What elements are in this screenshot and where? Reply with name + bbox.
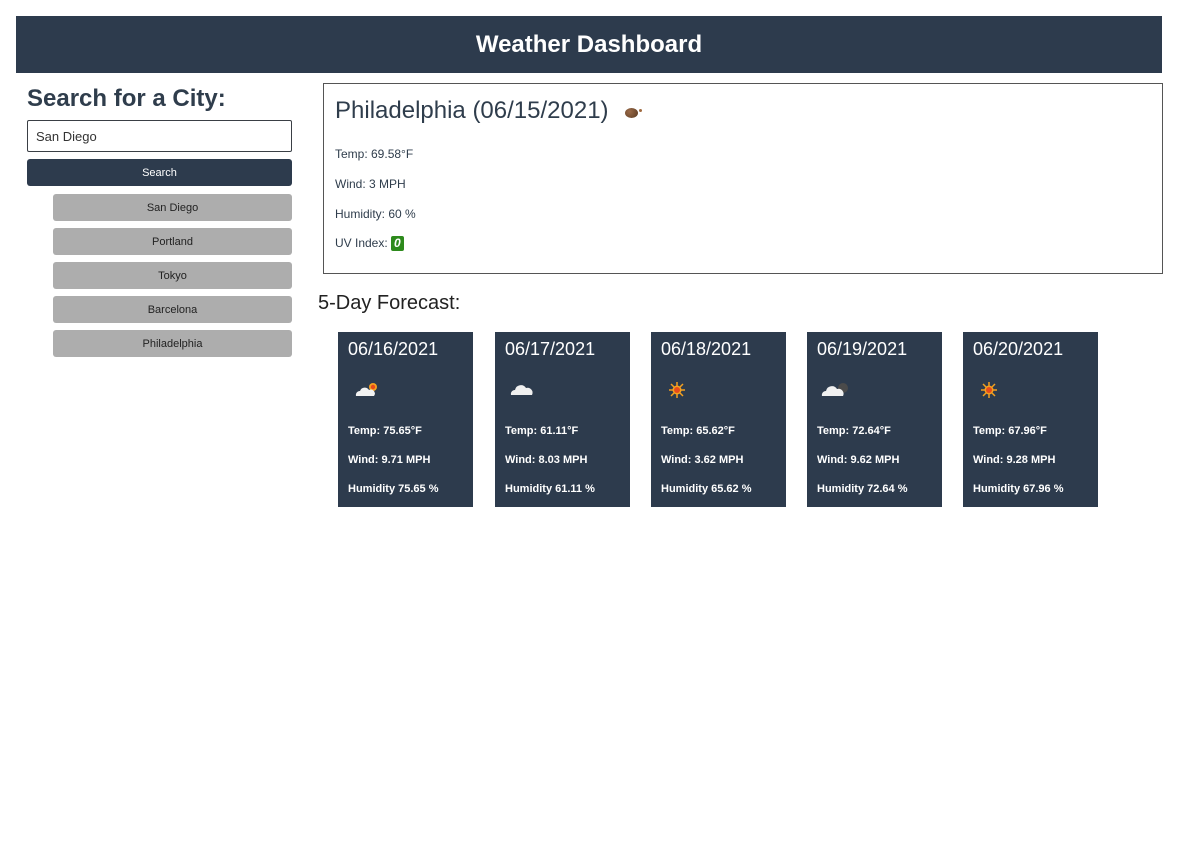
history-item-portland[interactable]: Portland [53,228,292,255]
forecast-card: 06/20/2021 Temp: 67.96°F Wind: 9.28 MPH … [963,332,1098,507]
forecast-card: 06/17/2021 Temp: 61.11°F Wind: 8.03 MPH … [495,332,630,507]
uv-badge: 0 [391,236,404,251]
forecast-humidity: Humidity 65.62 % [661,483,752,495]
forecast-temp: Temp: 75.65°F [348,425,422,437]
forecast-wind: Wind: 9.28 MPH [973,454,1056,466]
search-heading: Search for a City: [27,85,226,112]
history-item-tokyo[interactable]: Tokyo [53,262,292,289]
forecast-wind: Wind: 9.62 MPH [817,454,900,466]
forecast-date: 06/20/2021 [973,339,1064,359]
forecast-heading: 5-Day Forecast: [318,292,461,314]
moon-icon [624,108,642,118]
cloud-moon-icon [821,383,848,396]
sun-icon [981,382,997,398]
current-wind: Wind: 3 MPH [335,177,406,191]
forecast-wind: Wind: 8.03 MPH [505,454,588,466]
current-uv-row: UV Index: 0 [335,236,404,251]
search-sidebar: Search for a City: Search San Diego Port… [27,84,292,357]
search-history-list: San Diego Portland Tokyo Barcelona Phila… [53,194,292,364]
search-button[interactable]: Search [27,159,292,186]
forecast-temp: Temp: 67.96°F [973,425,1047,437]
current-city-date: Philadelphia (06/15/2021) [335,97,609,124]
current-title-row: Philadelphia (06/15/2021) [335,97,642,125]
history-item-barcelona[interactable]: Barcelona [53,296,292,323]
current-weather-panel: Philadelphia (06/15/2021) Temp: 69.58°F … [323,83,1163,274]
sun-icon [669,382,685,398]
history-item-san-diego[interactable]: San Diego [53,194,292,221]
app-header: Weather Dashboard [16,16,1162,73]
forecast-card: 06/18/2021 Temp: 65.62°F Wind: 3.62 MPH … [651,332,786,507]
forecast-wind: Wind: 9.71 MPH [348,454,431,466]
forecast-temp: Temp: 72.64°F [817,425,891,437]
forecast-humidity: Humidity 72.64 % [817,483,908,495]
forecast-temp: Temp: 61.11°F [505,425,579,437]
forecast-wind: Wind: 3.62 MPH [661,454,744,466]
forecast-humidity: Humidity 75.65 % [348,483,439,495]
history-item-philadelphia[interactable]: Philadelphia [53,330,292,357]
forecast-date: 06/17/2021 [505,339,596,359]
cloud-icon [510,385,533,395]
forecast-date: 06/19/2021 [817,339,908,359]
current-humidity: Humidity: 60 % [335,207,416,221]
forecast-humidity: Humidity 61.11 % [505,483,595,495]
forecast-card: 06/16/2021 Temp: 75.65°F Wind: 9.71 MPH … [338,332,473,507]
forecast-date: 06/18/2021 [661,339,752,359]
city-search-input[interactable] [27,120,292,152]
partly-sunny-icon [355,383,377,396]
current-temp: Temp: 69.58°F [335,147,414,161]
forecast-card: 06/19/2021 Temp: 72.64°F Wind: 9.62 MPH … [807,332,942,507]
uv-label: UV Index: [335,236,388,250]
forecast-date: 06/16/2021 [348,339,439,359]
forecast-temp: Temp: 65.62°F [661,425,735,437]
forecast-humidity: Humidity 67.96 % [973,483,1064,495]
app-title: Weather Dashboard [475,30,703,58]
